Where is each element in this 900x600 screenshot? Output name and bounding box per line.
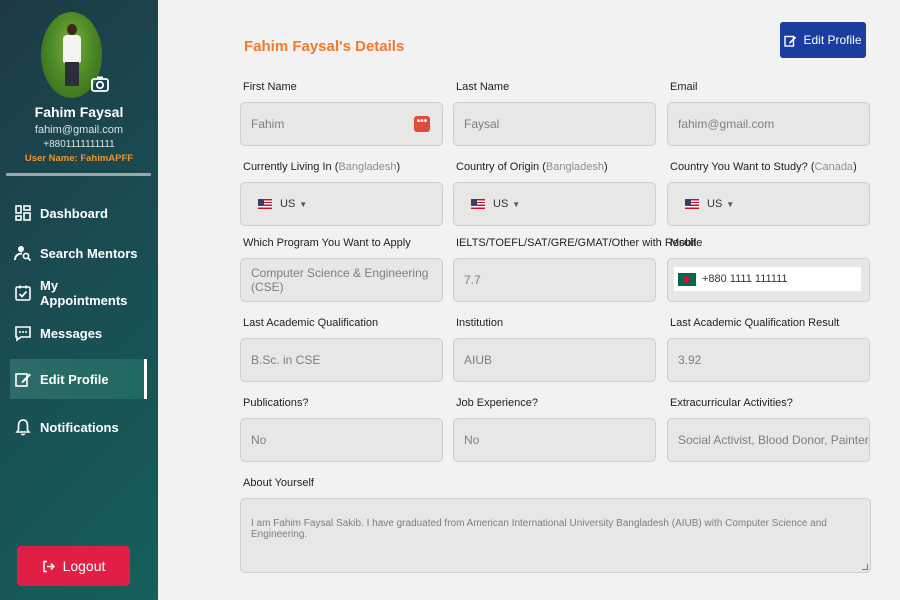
sidebar-item-search-mentors[interactable]: Search Mentors xyxy=(10,234,145,272)
sidebar-item-label: Edit Profile xyxy=(40,371,109,387)
resize-handle[interactable] xyxy=(862,564,868,570)
origin-hint: Bangladesh xyxy=(545,161,604,173)
institution-field[interactable]: AIUB xyxy=(453,338,656,382)
edit-icon xyxy=(784,35,797,47)
program-field[interactable]: Computer Science & Engineering (CSE) xyxy=(240,258,443,302)
publications-label: Publications? xyxy=(243,397,309,409)
job-experience-field[interactable]: No xyxy=(453,418,656,462)
mobile-field[interactable]: +880 1111 111111 xyxy=(667,258,870,302)
caret-down-icon: ▼ xyxy=(512,199,521,209)
program-label: Which Program You Want to Apply xyxy=(243,237,411,249)
qual-result-label: Last Academic Qualification Result xyxy=(670,317,840,329)
publications-field[interactable]: No xyxy=(240,418,443,462)
caret-down-icon: ▼ xyxy=(299,199,308,209)
us-flag-icon xyxy=(258,199,272,209)
first-name-label: First Name xyxy=(243,81,297,93)
search-user-icon xyxy=(14,246,32,262)
last-name-field[interactable]: Faysal xyxy=(453,102,656,146)
bell-icon xyxy=(15,419,31,436)
profile-email: fahim@gmail.com xyxy=(34,124,124,136)
calendar-check-icon xyxy=(15,285,31,301)
mobile-value: +880 1111 111111 xyxy=(702,273,788,285)
logout-button[interactable]: Logout xyxy=(17,546,130,586)
extracurricular-value: Social Activist, Blood Donor, Painter xyxy=(678,433,869,447)
qualification-field[interactable]: B.Sc. in CSE xyxy=(240,338,443,382)
living-in-hint: Bangladesh xyxy=(338,161,397,173)
page-title: Fahim Faysal's Details xyxy=(244,38,405,55)
living-in-select[interactable]: US ▼ xyxy=(240,182,443,226)
profile-name: Fahim Faysal xyxy=(34,104,124,120)
qualification-value: B.Sc. in CSE xyxy=(251,353,321,367)
sidebar-item-label: Dashboard xyxy=(40,205,108,221)
chat-icon xyxy=(15,326,31,342)
email-field[interactable]: fahim@gmail.com xyxy=(667,102,870,146)
sidebar-item-messages[interactable]: Messages xyxy=(10,314,145,352)
last-name-value: Faysal xyxy=(464,117,500,131)
password-manager-icon[interactable]: ••• xyxy=(414,116,430,132)
dashboard-icon xyxy=(15,205,31,221)
job-experience-value: No xyxy=(464,433,480,447)
about-textarea[interactable]: I am Fahim Faysal Sakib. I have graduate… xyxy=(240,498,871,573)
qual-result-field[interactable]: 3.92 xyxy=(667,338,870,382)
publications-value: No xyxy=(251,433,267,447)
email-value: fahim@gmail.com xyxy=(678,117,775,131)
study-country-label: Country You Want to Study? (Canada) xyxy=(670,161,857,173)
edit-icon xyxy=(15,373,31,387)
caret-down-icon: ▼ xyxy=(726,199,735,209)
study-country-hint: Canada xyxy=(814,161,854,173)
us-flag-icon xyxy=(471,199,485,209)
sidebar-item-label: Messages xyxy=(40,325,103,341)
edit-profile-label: Edit Profile xyxy=(803,33,862,47)
living-in-label: Currently Living In (Bangladesh) xyxy=(243,161,401,173)
sidebar-item-edit-profile[interactable]: Edit Profile xyxy=(10,359,147,399)
mobile-input[interactable]: +880 1111 111111 xyxy=(674,267,861,291)
institution-value: AIUB xyxy=(464,353,493,367)
first-name-value: Fahim xyxy=(251,117,285,131)
profile-username: User Name: FahimAPFF xyxy=(24,153,134,164)
study-country-select[interactable]: US ▼ xyxy=(667,182,870,226)
sidebar-item-label: My Appointments xyxy=(40,278,128,308)
last-name-label: Last Name xyxy=(456,81,510,93)
origin-select[interactable]: US ▼ xyxy=(453,182,656,226)
sidebar-item-label: Search Mentors xyxy=(40,245,138,261)
job-experience-label: Job Experience? xyxy=(456,397,538,409)
sidebar: Fahim Faysal fahim@gmail.com +8801111111… xyxy=(0,0,158,600)
mobile-label: Mobile xyxy=(670,237,703,249)
email-label: Email xyxy=(670,81,698,93)
test-result-label: IELTS/TOEFL/SAT/GRE/GMAT/Other with Resu… xyxy=(456,237,697,249)
sidebar-item-label: Notifications xyxy=(40,419,119,435)
test-result-value: 7.7 xyxy=(464,273,481,287)
edit-profile-button[interactable]: Edit Profile xyxy=(780,22,866,58)
us-flag-icon xyxy=(685,199,699,209)
sidebar-item-dashboard[interactable]: Dashboard xyxy=(10,194,145,232)
qualification-label: Last Academic Qualification xyxy=(243,317,379,329)
camera-icon[interactable] xyxy=(90,74,110,94)
avatar-container xyxy=(41,12,109,98)
living-in-value: US xyxy=(280,198,296,210)
origin-label: Country of Origin (Bangladesh) xyxy=(456,161,608,173)
extracurricular-field[interactable]: Social Activist, Blood Donor, Painter xyxy=(667,418,870,462)
about-label: About Yourself xyxy=(243,477,314,489)
sidebar-item-my-appointments[interactable]: My Appointments xyxy=(10,274,145,312)
profile-phone: +8801111111111 xyxy=(43,139,115,150)
qual-result-value: 3.92 xyxy=(678,353,702,367)
bangladesh-flag-icon[interactable] xyxy=(678,272,696,286)
study-country-value: US xyxy=(707,198,723,210)
sidebar-divider xyxy=(6,173,151,176)
program-value: Computer Science & Engineering (CSE) xyxy=(251,266,429,294)
origin-value: US xyxy=(493,198,509,210)
institution-label: Institution xyxy=(456,317,504,329)
logout-label: Logout xyxy=(62,558,106,574)
first-name-field[interactable]: Fahim ••• xyxy=(240,102,443,146)
extracurricular-label: Extracurricular Activities? xyxy=(670,397,793,409)
about-value: I am Fahim Faysal Sakib. I have graduate… xyxy=(251,518,827,540)
logout-icon xyxy=(42,560,55,572)
sidebar-item-notifications[interactable]: Notifications xyxy=(10,408,145,446)
test-result-field[interactable]: 7.7 xyxy=(453,258,656,302)
